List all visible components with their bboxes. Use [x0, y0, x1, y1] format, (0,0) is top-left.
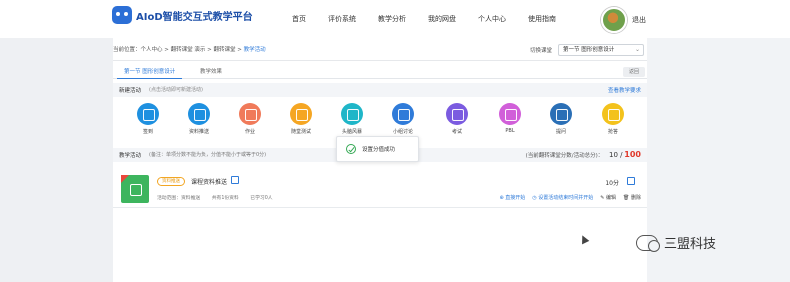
watermark-text: 三盟科技 — [664, 237, 717, 252]
activity-brainstorm[interactable]: 头脑风暴 — [335, 103, 369, 135]
edit-label: 编辑 — [606, 195, 617, 201]
score-summary: (当前翻转课堂分数/活动总分)： 10 / 100 — [526, 150, 641, 159]
user-area: 退出 — [601, 7, 646, 33]
breadcrumb-path[interactable]: 个人中心 > 翻转课堂 演示 > 翻转课堂 > — [141, 47, 244, 53]
new-activity-title: 新建活动 — [119, 88, 142, 94]
activity-learned-count: 已学习0人 — [250, 196, 273, 201]
brand-title: AIoD智能交互式教学平台 — [136, 11, 253, 23]
brand-logo[interactable]: AIoD智能交互式教学平台 — [112, 6, 253, 24]
activity-label: 资料推送 — [188, 129, 209, 135]
activity-type-list: 签到 资料推送 作业 随堂测试 头脑风暴 小组讨论 考试 PBL 提问 抢答 — [113, 103, 647, 139]
edit-button[interactable]: ✎ 编辑 — [600, 194, 616, 201]
logout-link[interactable]: 退出 — [632, 15, 646, 25]
activity-quick-answer[interactable]: 抢答 — [596, 103, 630, 135]
hand-raise-icon — [602, 103, 624, 125]
activity-score: 10分 — [605, 180, 619, 187]
course-select[interactable]: 第一节 图形创意设计 ⌄ — [558, 44, 645, 56]
schedule-start-label: 设置活动结束时间并开始 — [538, 195, 594, 201]
activity-meta: 活动范围：资料推送 共有1份资料 已学习0人 — [157, 194, 283, 201]
nav-home[interactable]: 首页 — [292, 14, 306, 24]
activity-label: 小组讨论 — [392, 129, 413, 135]
activity-label: 头脑风暴 — [341, 129, 362, 135]
pbl-icon — [499, 103, 521, 125]
new-activity-tip: (点击活动即可新建活动) — [149, 87, 203, 93]
activity-label: 签到 — [142, 129, 153, 135]
activity-label: 作业 — [244, 129, 255, 135]
exam-icon — [446, 103, 468, 125]
main-nav: 首页 评价系统 教学分析 我的网盘 个人中心 使用指南 — [292, 14, 556, 24]
discussion-icon — [392, 103, 414, 125]
top-navbar: AIoD智能交互式教学平台 首页 评价系统 教学分析 我的网盘 个人中心 使用指… — [0, 0, 790, 38]
delete-label: 删除 — [630, 195, 641, 201]
activity-material-push[interactable]: 资料推送 — [182, 103, 216, 135]
course-switch: 切换课堂 第一节 图形创意设计 ⌄ — [530, 44, 645, 56]
activity-label: 考试 — [451, 129, 462, 135]
start-now-button[interactable]: ⊕ 直接开始 — [499, 194, 525, 201]
activity-label: 抢答 — [607, 129, 618, 135]
quiz-icon — [290, 103, 312, 125]
watermark: 三盟科技 — [636, 233, 716, 252]
activity-type-badge: 资料推送 — [157, 177, 185, 186]
calendar-icon — [137, 103, 159, 125]
breadcrumb-current: 教学活动 — [243, 47, 266, 53]
homework-icon — [239, 103, 261, 125]
activity-thumbnail-icon — [121, 175, 149, 203]
back-button[interactable]: 返回 — [623, 67, 645, 77]
avatar[interactable] — [601, 7, 627, 33]
tab-bar: 第一节 图形创意设计 教学效果 返回 — [113, 66, 647, 79]
activity-pbl[interactable]: PBL — [493, 103, 527, 134]
activity-quiz[interactable]: 随堂测试 — [284, 103, 318, 135]
toast-message: 设置分值成功 — [362, 147, 396, 153]
teaching-activity-title: 教学活动 — [119, 153, 142, 159]
activity-label: 提问 — [555, 129, 566, 135]
document-icon — [188, 103, 210, 125]
activity-scope: 活动范围：资料推送 — [157, 196, 201, 201]
delete-button[interactable]: 🗑 删除 — [623, 194, 641, 201]
tab-lesson[interactable]: 第一节 图形创意设计 — [117, 66, 183, 79]
breadcrumb-prefix: 当前位置： — [113, 47, 141, 53]
activity-name: 课程资料推送 — [191, 179, 228, 186]
course-switch-label: 切换课堂 — [530, 48, 553, 54]
new-activity-header: 新建活动 (点击活动即可新建活动) 查看教学要求 — [113, 83, 647, 97]
activity-question[interactable]: 提问 — [544, 103, 578, 135]
list-item: 资料推送 课程资料推送 活动范围：资料推送 共有1份资料 已学习0人 10分 ⊕… — [113, 170, 647, 208]
question-icon — [550, 103, 572, 125]
activity-operations: ⊕ 直接开始 ◷ 设置活动结束时间并开始 ✎ 编辑 🗑 删除 — [492, 194, 641, 201]
score-current: 10 / — [609, 151, 623, 159]
score-max: 100 — [624, 150, 641, 159]
start-now-label: 直接开始 — [505, 195, 526, 201]
wechat-icon — [636, 234, 660, 252]
activity-sign-in[interactable]: 签到 — [131, 103, 165, 135]
activity-homework[interactable]: 作业 — [233, 103, 267, 135]
tab-teaching-effect[interactable]: 教学效果 — [193, 66, 229, 79]
robot-logo-icon — [112, 6, 132, 24]
chevron-down-icon: ⌄ — [634, 46, 641, 53]
activity-material-count: 共有1份资料 — [211, 196, 239, 201]
score-summary-label: (当前翻转课堂分数/活动总分)： — [525, 153, 604, 159]
view-teaching-requirements-link[interactable]: 查看教学要求 — [608, 86, 641, 94]
nav-my-drive[interactable]: 我的网盘 — [428, 14, 456, 24]
activity-exam[interactable]: 考试 — [440, 103, 474, 135]
teaching-activity-note: (备注：单项分数不能为负，分值不能小于或等于0分) — [149, 152, 267, 158]
edit-name-icon[interactable] — [231, 176, 239, 184]
activity-label: 随堂测试 — [290, 129, 311, 135]
check-circle-icon — [346, 144, 356, 154]
schedule-start-button[interactable]: ◷ 设置活动结束时间并开始 — [532, 194, 593, 201]
brainstorm-icon — [341, 103, 363, 125]
breadcrumb: 当前位置：个人中心 > 翻转课堂 演示 > 翻转课堂 > 教学活动 — [113, 45, 266, 53]
nav-personal-center[interactable]: 个人中心 — [478, 14, 506, 24]
nav-evaluation[interactable]: 评价系统 — [328, 14, 356, 24]
nav-teaching-analysis[interactable]: 教学分析 — [378, 14, 406, 24]
course-select-value: 第一节 图形创意设计 — [563, 47, 615, 53]
success-toast: 设置分值成功 — [336, 136, 419, 162]
edit-score-icon[interactable] — [627, 177, 635, 185]
activity-label: PBL — [505, 128, 515, 134]
nav-user-guide[interactable]: 使用指南 — [528, 14, 556, 24]
divider — [113, 60, 647, 61]
activity-group-discussion[interactable]: 小组讨论 — [386, 103, 420, 135]
